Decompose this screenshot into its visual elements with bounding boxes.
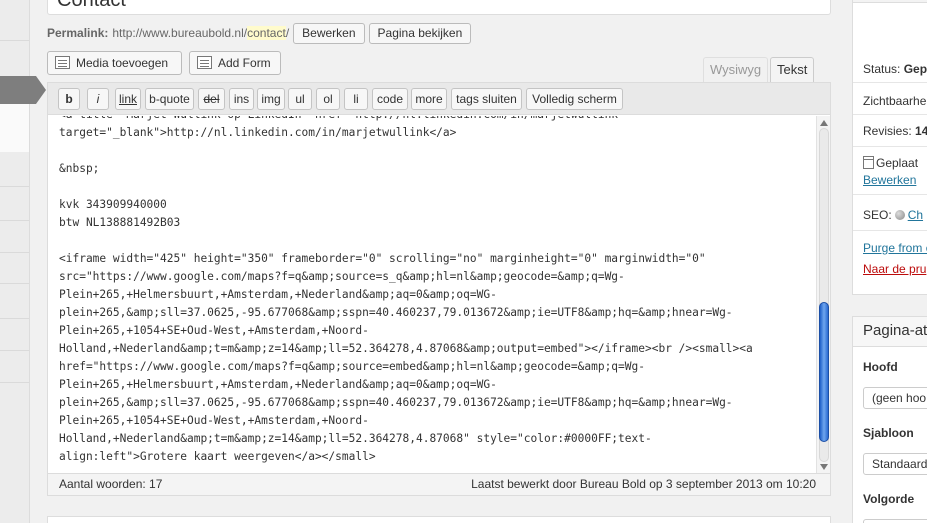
content-textarea[interactable]: <a title="Marjet Wullink op LinkedIn" hr… xyxy=(48,116,818,474)
menu-divider xyxy=(0,350,29,351)
move-to-trash-link[interactable]: Naar de pru xyxy=(863,262,926,276)
quicktag-li-button[interactable]: li xyxy=(344,88,368,110)
quicktag-close-tags-button[interactable]: tags sluiten xyxy=(451,88,522,110)
quicktag-more-button[interactable]: more xyxy=(411,88,447,110)
calendar-icon xyxy=(863,156,874,169)
seo-status-icon xyxy=(894,210,905,220)
quicktag-ul-button[interactable]: ul xyxy=(288,88,312,110)
next-metabox xyxy=(47,516,831,523)
tab-text[interactable]: Tekst xyxy=(770,57,815,82)
parent-select[interactable]: (geen hoo xyxy=(863,387,927,409)
page-attributes-heading: Pagina-at xyxy=(863,322,927,339)
menu-divider xyxy=(0,283,29,284)
scroll-down-icon[interactable] xyxy=(820,464,828,470)
visibility-row: Zichtbaarhe xyxy=(863,94,927,108)
seo-label: SEO: xyxy=(863,208,892,222)
view-page-button[interactable]: Pagina bekijken xyxy=(368,22,472,44)
page-attributes-header: Pagina-at xyxy=(853,317,927,347)
menu-item-pages-active[interactable] xyxy=(0,76,46,104)
form-icon xyxy=(197,56,212,69)
word-count: Aantal woorden: 17 xyxy=(59,477,163,491)
quicktag-blockquote-button[interactable]: b-quote xyxy=(145,88,194,110)
content-text: <a title="Marjet Wullink op LinkedIn" hr… xyxy=(59,116,753,463)
divider xyxy=(853,114,927,115)
quicktag-italic-button[interactable]: i xyxy=(87,88,109,110)
scroll-up-icon[interactable] xyxy=(820,120,828,126)
page-attributes-box: Pagina-at Hoofd (geen hoo Sjabloon Stand… xyxy=(852,316,927,523)
template-select[interactable]: Standaard xyxy=(863,453,927,475)
permalink-label: Permalink: xyxy=(47,26,109,40)
permalink-row: Permalink: http://www.bureaubold.nl/cont… xyxy=(47,22,472,44)
add-form-label: Add Form xyxy=(218,56,271,70)
publish-box-header xyxy=(853,0,927,3)
published-row: Geplaat xyxy=(863,156,918,170)
add-media-label: Media toevoegen xyxy=(76,56,169,70)
menu-divider xyxy=(0,318,29,319)
seo-row: SEO: Ch xyxy=(863,208,923,222)
quicktag-link-button[interactable]: link xyxy=(115,88,141,110)
add-form-button[interactable]: Add Form xyxy=(189,51,281,75)
title-field[interactable]: Contact xyxy=(47,0,831,15)
order-label: Volgorde xyxy=(863,492,915,506)
status-label: Status: xyxy=(863,62,901,76)
quicktag-ins-button[interactable]: ins xyxy=(229,88,254,110)
divider xyxy=(853,194,927,195)
divider xyxy=(853,230,927,231)
editor-scrollbar[interactable] xyxy=(816,116,830,474)
menu-divider xyxy=(0,382,29,383)
permalink-base: http://www.bureaubold.nl/ xyxy=(112,26,248,40)
quicktag-bold-button[interactable]: b xyxy=(58,88,80,110)
quicktag-img-button[interactable]: img xyxy=(257,88,285,110)
publish-box: Status: Gep Zichtbaarhe Revisies: 14 Gep… xyxy=(852,0,927,295)
tab-visual[interactable]: Wysiwyg xyxy=(703,57,769,82)
quicktag-fullscreen-button[interactable]: Volledig scherm xyxy=(526,88,623,110)
quicktag-code-button[interactable]: code xyxy=(372,88,408,110)
quicktag-del-button[interactable]: del xyxy=(198,88,225,110)
editor: b i link b-quote del ins img ul ol li co… xyxy=(47,82,831,496)
status-row: Status: Gep xyxy=(863,62,927,76)
admin-menu xyxy=(0,0,46,523)
order-input[interactable] xyxy=(863,519,927,523)
parent-label: Hoofd xyxy=(863,360,898,374)
permalink-trailing: / xyxy=(285,26,290,40)
title-text: Contact xyxy=(57,0,126,11)
seo-check-link[interactable]: Ch xyxy=(908,208,923,222)
edit-permalink-button[interactable]: Bewerken xyxy=(293,22,365,44)
menu-divider xyxy=(0,186,29,187)
template-label: Sjabloon xyxy=(863,426,914,440)
published-label: Geplaat xyxy=(876,156,919,170)
scrollbar-thumb[interactable] xyxy=(819,302,829,442)
divider xyxy=(853,82,927,83)
quicktag-ol-button[interactable]: ol xyxy=(316,88,340,110)
quicktags-toolbar: b i link b-quote del ins img ul ol li co… xyxy=(48,83,830,115)
editor-statusbar: Aantal woorden: 17 Laatst bewerkt door B… xyxy=(48,473,830,495)
menu-divider xyxy=(0,252,29,253)
revisions-label: Revisies: xyxy=(863,124,912,138)
add-media-button[interactable]: Media toevoegen xyxy=(47,51,182,75)
edit-date-link[interactable]: Bewerken xyxy=(863,173,916,187)
status-value: Gep xyxy=(903,62,927,76)
permalink-slug[interactable]: contact xyxy=(247,26,286,40)
divider xyxy=(853,146,927,147)
menu-divider xyxy=(0,220,29,221)
menu-divider xyxy=(0,40,29,41)
revisions-value: 14 xyxy=(915,124,927,138)
revisions-row: Revisies: 14 xyxy=(863,124,927,138)
last-edited: Laatst bewerkt door Bureau Bold op 3 sep… xyxy=(471,477,816,491)
submenu[interactable] xyxy=(0,104,29,152)
purge-cache-link[interactable]: Purge from c xyxy=(863,241,927,255)
media-icon xyxy=(55,56,70,69)
